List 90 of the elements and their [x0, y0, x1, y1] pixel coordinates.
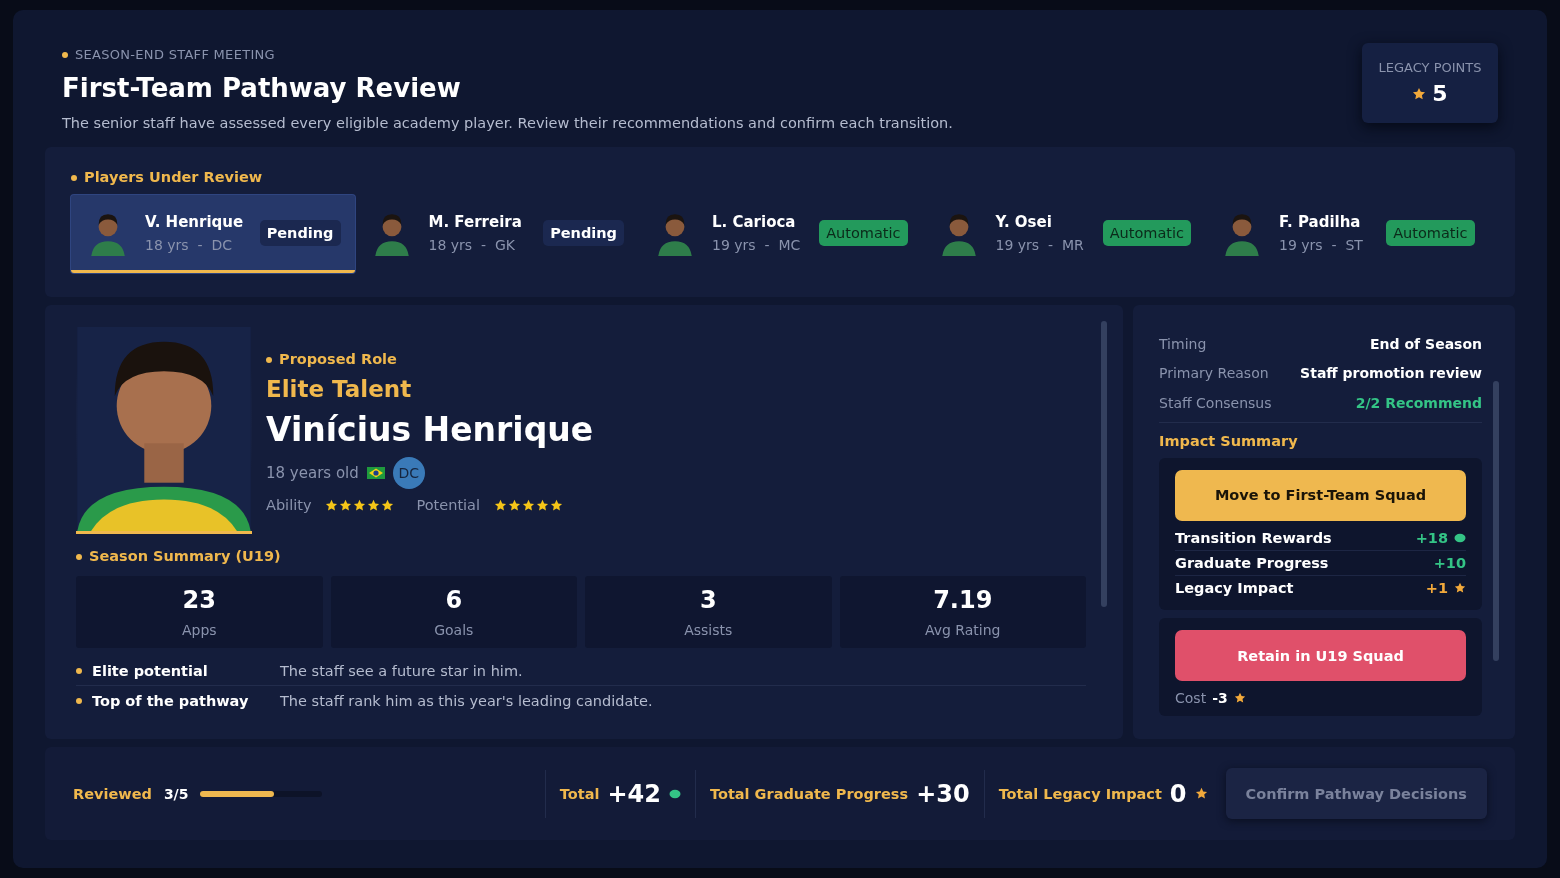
star-icon: [1194, 787, 1208, 800]
effect-value: +10: [1433, 554, 1466, 571]
effect-value: +1: [1425, 579, 1448, 596]
detail-value: 2/2 Recommend: [1355, 394, 1482, 411]
player-tab[interactable]: M. Ferreira 18 yrs - GK Pending: [354, 195, 638, 273]
position-badge: DC: [392, 457, 425, 489]
total-value: 0: [1169, 779, 1187, 808]
player-meta: 19 yrs - MC: [712, 236, 802, 253]
star-icon: [1233, 692, 1246, 704]
stat-value: 7.19: [933, 586, 993, 614]
cost-label: Cost: [1175, 690, 1207, 706]
note-label: Elite potential: [91, 662, 209, 679]
stat-label: Goals: [434, 622, 474, 638]
star-icon: [339, 498, 353, 512]
stat-label: Assists: [684, 622, 733, 638]
player-name: M. Ferreira: [428, 212, 523, 231]
star-icon: [325, 498, 339, 512]
player-meta: 18 yrs - DC: [145, 236, 233, 253]
rating-label: Potential: [416, 497, 480, 513]
page-subtitle: The senior staff have assessed every eligible academy player. Review their recommendations and confirm each transition.: [62, 115, 953, 131]
section-heading: Impact Summary: [1159, 432, 1299, 449]
note-label: Top of the pathway: [91, 693, 250, 709]
player-name: F. Padilha: [1279, 212, 1362, 231]
status-badge: Automatic: [1386, 219, 1475, 246]
player-meta: 19 yrs - ST: [1279, 236, 1364, 253]
star-icon: [494, 498, 507, 512]
player-tab[interactable]: V. Henrique 18 yrs - DC Pending: [71, 195, 355, 273]
player-meta: 18 yrs - GK: [428, 236, 516, 253]
star-icon: [381, 498, 395, 512]
star-icon: [1454, 581, 1466, 594]
legacy-points-label: LEGACY POINTS: [1378, 60, 1482, 75]
scrollbar[interactable]: [1493, 381, 1499, 661]
detail-label: Staff Consensus: [1159, 394, 1272, 411]
note-text: The staff see a future star in him.: [280, 662, 523, 679]
legacy-points-value: 5: [1432, 81, 1448, 106]
effect-label: Legacy Impact: [1175, 579, 1294, 596]
status-badge: Automatic: [1102, 219, 1191, 246]
reviewed-label: Reviewed: [73, 785, 152, 802]
player-meta: 19 yrs - MR: [995, 236, 1085, 253]
stat-label: Avg Rating: [925, 622, 1001, 638]
scrollbar[interactable]: [1101, 321, 1107, 607]
note-text: The staff rank him as this year's leading candidate.: [280, 693, 653, 709]
detail-label: Primary Reason: [1159, 365, 1269, 382]
player-full-name: Vinícius Henrique: [266, 410, 594, 449]
stat-value: 3: [699, 586, 717, 614]
player-name: L. Carioca: [712, 212, 797, 231]
player-tab[interactable]: F. Padilha 19 yrs - ST Automatic: [1205, 195, 1489, 273]
player-name: V. Henrique: [145, 212, 245, 231]
section-heading: Season Summary (U19): [89, 548, 281, 564]
token-icon: [668, 788, 681, 799]
eyebrow-text: SEASON-END STAFF MEETING: [75, 47, 275, 62]
star-icon: [1412, 86, 1427, 101]
stat-value: 6: [445, 586, 463, 614]
star-icon: [536, 498, 549, 512]
stat-label: Apps: [181, 622, 217, 638]
total-label: Total: [559, 785, 600, 802]
effect-label: Graduate Progress: [1175, 554, 1329, 571]
age-text: 18 years old: [266, 464, 359, 482]
token-icon: [1454, 533, 1466, 544]
status-badge: Automatic: [819, 219, 908, 246]
stat-value: 23: [182, 586, 216, 614]
effect-label: Transition Rewards: [1175, 530, 1332, 547]
status-badge: Pending: [259, 219, 341, 246]
total-label: Total Graduate Progress: [709, 785, 909, 802]
page-title: First-Team Pathway Review: [62, 73, 462, 103]
status-badge: Pending: [543, 219, 624, 246]
total-value: +30: [916, 779, 970, 808]
detail-label: Timing: [1159, 335, 1207, 352]
role-title: Elite Talent: [266, 376, 413, 402]
player-name: Y. Osei: [995, 212, 1053, 231]
player-tab[interactable]: Y. Osei 19 yrs - MR Automatic: [921, 195, 1205, 273]
star-icon: [508, 498, 521, 512]
retain-button[interactable]: Retain in U19 Squad: [1175, 630, 1466, 681]
reviewed-count: 3/5: [163, 785, 189, 802]
total-label: Total Legacy Impact: [998, 785, 1162, 802]
promote-button[interactable]: Move to First-Team Squad: [1175, 469, 1466, 521]
total-value: +42: [607, 779, 661, 808]
rating-label: Ability: [266, 497, 312, 513]
star-icon: [367, 498, 381, 512]
cost-value: -3: [1212, 690, 1228, 706]
detail-value: End of Season: [1370, 335, 1482, 352]
section-heading: Proposed Role: [279, 351, 397, 367]
star-icon: [353, 498, 367, 512]
player-tab[interactable]: L. Carioca 19 yrs - MC Automatic: [638, 195, 922, 273]
section-heading: Players Under Review: [84, 169, 263, 185]
star-icon: [550, 498, 563, 512]
effect-value: +18: [1415, 530, 1448, 547]
detail-value: Staff promotion review: [1300, 365, 1482, 382]
star-icon: [522, 498, 535, 512]
flag-icon: [366, 467, 385, 479]
